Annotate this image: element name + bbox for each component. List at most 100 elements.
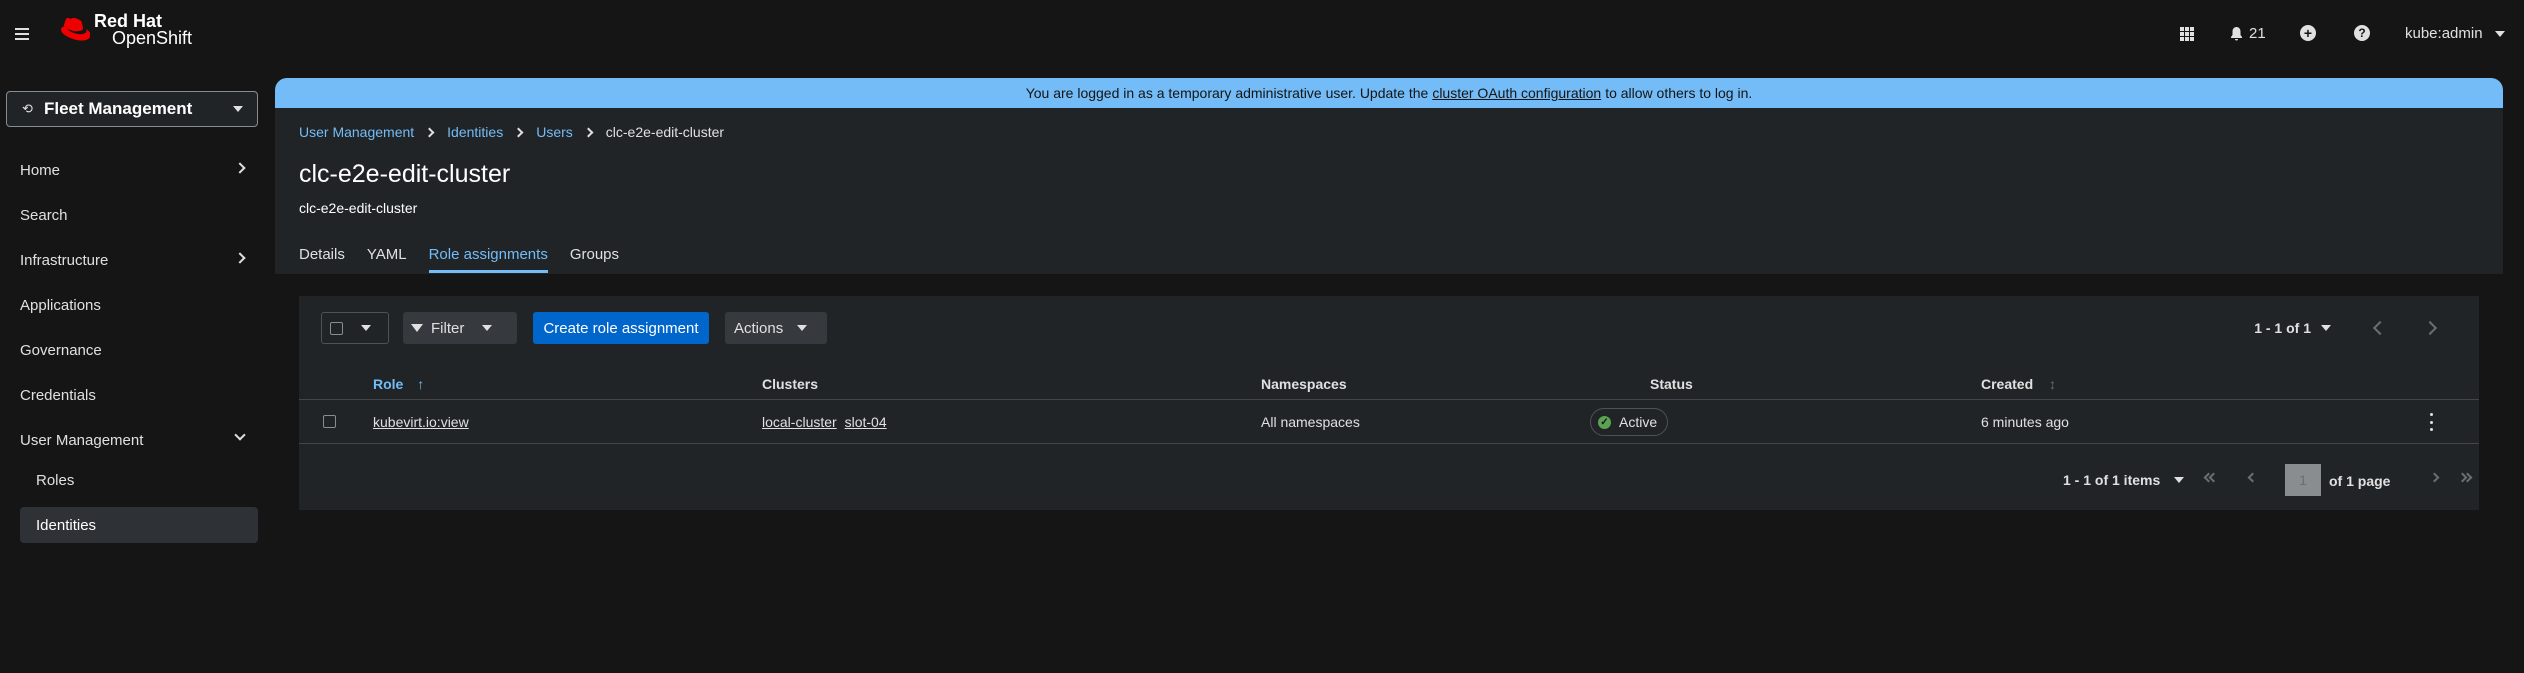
sidebar-item-home[interactable]: Home — [20, 158, 258, 182]
banner-text-after: to allow others to log in. — [1605, 85, 1753, 101]
filter-button[interactable]: Filter — [403, 312, 517, 344]
caret-down-icon — [361, 325, 371, 331]
breadcrumb-user-management[interactable]: User Management — [299, 124, 414, 140]
sidebar-item-label: Roles — [36, 471, 75, 489]
sidebar: ⟲ Fleet Management Home Search Infrastru… — [0, 72, 270, 673]
sidebar-item-governance[interactable]: Governance — [20, 338, 258, 362]
table-row: kubevirt.io:view local-cluster slot-04 A… — [299, 400, 2479, 444]
column-role[interactable]: Role ↑ — [373, 376, 424, 392]
breadcrumb-identities[interactable]: Identities — [447, 124, 503, 140]
pagination-count: 1 - 1 of 1 — [2254, 320, 2311, 336]
sidebar-item-label: Applications — [20, 296, 101, 314]
main-content: You are logged in as a temporary adminis… — [275, 78, 2503, 673]
sidebar-item-label: Infrastructure — [20, 251, 109, 269]
check-circle-icon: ✓ — [1598, 415, 1611, 429]
next-page-icon[interactable] — [2429, 472, 2443, 486]
breadcrumb-current: clc-e2e-edit-cluster — [605, 124, 725, 140]
chevron-right-icon — [513, 127, 524, 137]
caret-down-icon — [2321, 325, 2331, 331]
app-launcher-icon[interactable] — [2180, 27, 2194, 41]
sidebar-item-roles[interactable]: Roles — [20, 462, 258, 498]
sidebar-item-label: User Management — [20, 431, 144, 449]
user-name: kube:admin — [2405, 25, 2483, 42]
page-total: of 1 page — [2329, 473, 2391, 489]
plus-circle-icon[interactable]: + — [2300, 25, 2316, 41]
last-page-icon[interactable] — [2457, 472, 2473, 486]
status-badge: ✓ Active — [1590, 408, 1669, 436]
actions-dropdown[interactable]: Actions — [725, 312, 827, 344]
logo[interactable]: Red Hat OpenShift — [56, 12, 192, 48]
breadcrumb-users[interactable]: Users — [536, 124, 573, 140]
column-created[interactable]: Created ↕ — [1981, 376, 2056, 392]
sort-ascending-icon: ↑ — [417, 376, 425, 392]
sidebar-item-applications[interactable]: Applications — [20, 293, 258, 317]
cluster-link[interactable]: slot-04 — [845, 414, 887, 430]
toolbar: Filter Create role assignment Actions 1 … — [321, 312, 2457, 346]
tabs: Details YAML Role assignments Groups — [299, 246, 641, 273]
chevron-right-icon — [234, 162, 246, 174]
page-title: clc-e2e-edit-cluster — [299, 160, 511, 188]
sidebar-item-label: Credentials — [20, 386, 96, 404]
first-page-icon[interactable] — [2203, 472, 2219, 486]
breadcrumb: User Management Identities Users clc-e2e… — [299, 124, 724, 140]
caret-down-icon — [233, 106, 243, 112]
sidebar-item-credentials[interactable]: Credentials — [20, 383, 258, 407]
filter-icon — [411, 324, 423, 332]
notification-count: 21 — [2249, 25, 2266, 42]
tab-yaml[interactable]: YAML — [367, 246, 407, 272]
sidebar-item-label: Governance — [20, 341, 102, 359]
red-hat-logo-icon — [61, 18, 90, 41]
filter-label: Filter — [431, 319, 465, 337]
column-status: Status — [1650, 376, 1693, 392]
sidebar-item-identities[interactable]: Identities — [20, 507, 258, 543]
caret-down-icon — [482, 325, 493, 331]
column-namespaces: Namespaces — [1261, 376, 1347, 392]
hamburger-icon[interactable] — [15, 25, 33, 45]
brand-line2: OpenShift — [112, 28, 193, 48]
user-menu[interactable]: kube:admin — [2405, 25, 2505, 42]
pagination-bottom: 1 - 1 of 1 items of 1 page — [299, 464, 2479, 498]
tab-content: Filter Create role assignment Actions 1 … — [275, 274, 2503, 673]
bell-icon — [2231, 26, 2242, 40]
created-cell: 6 minutes ago — [1981, 414, 2069, 430]
page-number-input[interactable] — [2285, 464, 2321, 496]
sidebar-item-label: Identities — [36, 516, 97, 534]
chevron-down-icon — [234, 429, 246, 441]
kebab-menu-icon[interactable] — [2428, 413, 2434, 431]
column-clusters: Clusters — [762, 376, 819, 392]
page-subtitle: clc-e2e-edit-cluster — [299, 200, 418, 216]
actions-label: Actions — [734, 319, 784, 337]
banner-text-before: You are logged in as a temporary adminis… — [1025, 85, 1429, 101]
table-header: Role ↑ Clusters Namespaces Status Create… — [299, 364, 2479, 400]
pagination-toggle[interactable]: 1 - 1 of 1 — [2254, 320, 2331, 336]
row-checkbox[interactable] — [323, 415, 336, 428]
perspective-switcher[interactable]: ⟲ Fleet Management — [6, 91, 258, 127]
caret-down-icon — [2174, 477, 2185, 483]
cluster-link[interactable]: local-cluster — [762, 414, 837, 430]
caret-down-icon — [2494, 30, 2505, 37]
bulk-select[interactable] — [321, 312, 389, 344]
bulk-select-checkbox[interactable] — [330, 321, 343, 335]
sidebar-item-infrastructure[interactable]: Infrastructure — [20, 248, 258, 272]
previous-page-icon[interactable] — [2372, 320, 2388, 336]
role-link[interactable]: kubevirt.io:view — [373, 414, 469, 430]
tab-groups[interactable]: Groups — [570, 246, 619, 272]
sidebar-item-user-management[interactable]: User Management — [20, 428, 258, 452]
notifications-button[interactable]: 21 — [2230, 25, 2266, 42]
tab-details[interactable]: Details — [299, 246, 345, 272]
sort-icon: ↕ — [2049, 376, 2057, 392]
perspective-icon: ⟲ — [22, 101, 33, 116]
temporary-admin-banner: You are logged in as a temporary adminis… — [275, 78, 2503, 108]
next-page-icon[interactable] — [2422, 320, 2438, 336]
sidebar-item-search[interactable]: Search — [20, 203, 258, 227]
chevron-right-icon — [424, 127, 435, 137]
help-icon[interactable]: ? — [2354, 25, 2370, 41]
create-role-assignment-button[interactable]: Create role assignment — [533, 312, 709, 344]
pagination-toggle[interactable]: 1 - 1 of 1 items — [2063, 472, 2185, 488]
sidebar-item-label: Home — [20, 161, 61, 179]
previous-page-icon[interactable] — [2245, 472, 2258, 486]
status-label: Active — [1619, 414, 1658, 430]
oauth-config-link[interactable]: cluster OAuth configuration — [1432, 85, 1601, 101]
tab-role-assignments[interactable]: Role assignments — [428, 246, 549, 273]
pagination-items-count: 1 - 1 of 1 items — [2063, 472, 2161, 488]
